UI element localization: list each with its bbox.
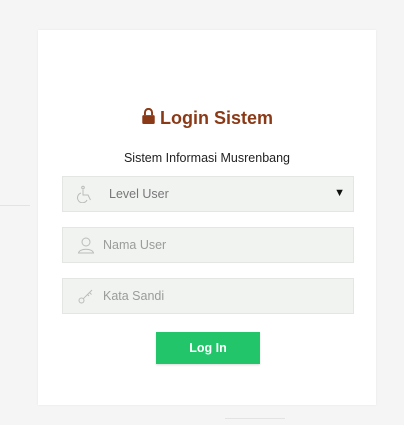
level-user-select[interactable]: Level User ▼: [62, 176, 354, 212]
login-button[interactable]: Log In: [156, 332, 260, 364]
password-field[interactable]: Kata Sandi: [62, 278, 354, 314]
login-title-text: Login Sistem: [159, 108, 273, 128]
dropdown-caret-icon[interactable]: ▼: [334, 187, 345, 199]
login-card: Login Sistem Sistem Informasi Musrenbang…: [38, 30, 376, 405]
background-decoration: [0, 205, 30, 206]
lock-icon: [141, 107, 160, 129]
login-subtitle: Sistem Informasi Musrenbang: [123, 151, 291, 165]
password-placeholder: Kata Sandi: [103, 289, 165, 303]
wheelchair-icon: [77, 185, 95, 203]
username-placeholder: Nama User: [103, 238, 167, 252]
username-field[interactable]: Nama User: [62, 227, 354, 263]
login-title: Login Sistem: [38, 107, 376, 129]
key-icon: [77, 287, 95, 305]
level-user-value: Level User: [109, 187, 169, 201]
background-decoration: [225, 418, 285, 419]
user-icon: [77, 236, 95, 254]
